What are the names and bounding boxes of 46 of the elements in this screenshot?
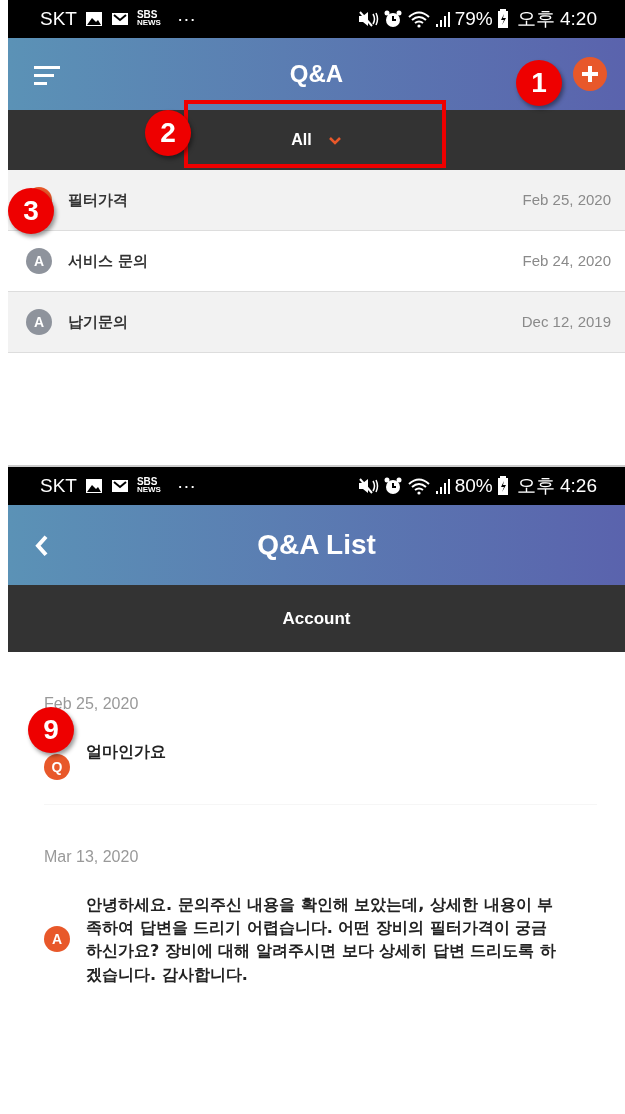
message-badge: A	[44, 926, 70, 953]
category-title: Account	[282, 607, 351, 630]
news-logo: SBS NEWS	[136, 11, 161, 27]
clock-time: 오후 4:26	[516, 473, 597, 498]
wifi-icon	[406, 477, 431, 495]
question-date: Dec 12, 2019	[521, 311, 611, 332]
news-logo: SBS NEWS	[136, 478, 161, 494]
filter-dropdown[interactable]: All	[291, 128, 342, 152]
mail-icon	[110, 12, 129, 26]
chevron-down-icon	[327, 135, 342, 145]
message-text: 얼마인가요	[86, 741, 166, 763]
wifi-icon	[406, 10, 431, 28]
image-icon	[84, 478, 103, 494]
battery-icon	[496, 9, 509, 29]
question-title: 필터가격	[68, 189, 129, 211]
question-row[interactable]: A 납기문의 Dec 12, 2019	[8, 292, 625, 353]
signal-icon	[434, 10, 451, 28]
back-icon[interactable]	[34, 533, 50, 558]
message-text: 안녕하세요. 문의주신 내용을 확인해 보았는데, 상세한 내용이 부족하여 답변을 드리기 어렵습니다. 어떤 장비의 필터가격이 궁금하신가요? 장비에 대해 알려주시면 보다 상세히 답변 드리도록 하겠습니다. 감사합니다.	[86, 894, 556, 986]
more-indicator: ···	[176, 6, 196, 31]
add-icon[interactable]	[573, 57, 607, 91]
alarm-icon	[382, 9, 403, 29]
question-title: 서비스 문의	[68, 250, 150, 272]
screen-title: Q&A List	[257, 528, 376, 562]
battery-icon	[496, 476, 509, 496]
menu-icon[interactable]	[34, 64, 60, 85]
carrier-name: SKT	[40, 6, 77, 31]
message-date: Mar 13, 2020	[44, 847, 140, 867]
mail-icon	[110, 479, 129, 493]
battery-percent: 79%	[454, 6, 493, 31]
question-date: Feb 24, 2020	[522, 250, 611, 271]
battery-percent: 80%	[454, 473, 493, 498]
question-title: 납기문의	[68, 311, 129, 333]
message-badge: Q	[44, 754, 70, 780]
carrier-name: SKT	[40, 473, 77, 498]
question-date: Feb 25, 2020	[522, 189, 611, 210]
screen-title: Q&A	[289, 59, 344, 89]
status-badge: A	[26, 248, 52, 274]
clock-time: 오후 4:20	[516, 6, 597, 31]
image-icon	[84, 11, 103, 27]
mute-icon	[356, 477, 379, 495]
more-indicator: ···	[176, 473, 196, 498]
signal-icon	[434, 477, 451, 495]
mute-icon	[356, 10, 379, 28]
status-badge: A	[26, 309, 52, 335]
alarm-icon	[382, 476, 403, 496]
